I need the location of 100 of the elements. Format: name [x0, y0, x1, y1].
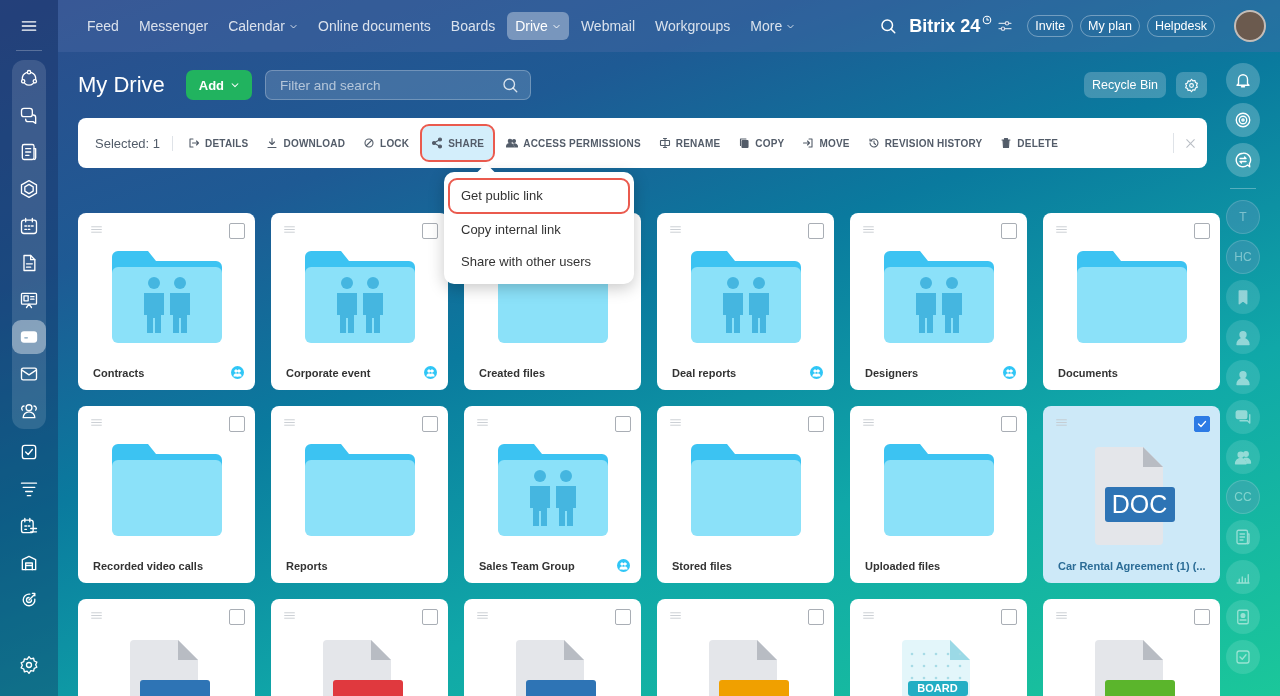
brand-logo: Bitrix 24 — [909, 15, 981, 37]
toolbar-action[interactable]: DETAILS — [179, 125, 258, 161]
selected-count: Selected: 1 — [95, 135, 174, 151]
toolbar-action[interactable]: SHARE — [422, 126, 494, 160]
avatar[interactable] — [1234, 10, 1266, 42]
checkbox[interactable] — [422, 609, 438, 625]
sidebar-avatar[interactable] — [1226, 320, 1260, 354]
checkbox[interactable] — [229, 223, 245, 239]
nav-tab[interactable]: Boards — [442, 12, 504, 40]
sidebar-button[interactable] — [1226, 143, 1260, 177]
file-card[interactable]: DOC Car Rental Agreement (1) (... — [1043, 406, 1220, 583]
settings-button[interactable] — [1176, 72, 1207, 98]
drag-handle-icon — [283, 223, 296, 236]
shared-folder-icon — [304, 251, 415, 343]
nav-tab[interactable]: More — [742, 12, 804, 40]
folder-icon — [1076, 251, 1187, 343]
checkbox[interactable] — [229, 416, 245, 432]
sidebar-avatar[interactable] — [1226, 440, 1260, 474]
checkbox[interactable] — [1001, 416, 1017, 432]
toolbar-action[interactable]: LOCK — [354, 125, 419, 161]
group-icon — [1234, 448, 1252, 466]
sidebar-avatar[interactable] — [1226, 600, 1260, 634]
presentation-board-icon — [19, 290, 39, 310]
folder-icon — [304, 444, 415, 536]
file-name: Created files — [479, 367, 546, 379]
checkbox[interactable] — [1194, 223, 1210, 239]
checkbox[interactable] — [808, 416, 824, 432]
schedule-icon — [19, 516, 39, 536]
nav-tab[interactable]: Feed — [79, 12, 127, 40]
file-name: Contracts — [93, 366, 145, 379]
sidebar-avatar[interactable] — [1226, 560, 1260, 594]
messages-icon — [1234, 408, 1252, 426]
checkmark-icon — [1196, 418, 1208, 430]
shared-folder-icon — [111, 251, 222, 343]
file-type-label: BOARD — [907, 681, 968, 696]
checkbox[interactable] — [808, 223, 824, 239]
drag-handle-icon — [669, 609, 682, 622]
block-icon — [363, 137, 376, 149]
nav-tab[interactable]: Calendar — [220, 12, 306, 40]
folder-card[interactable]: Uploaded files — [850, 406, 1027, 583]
text-cursor-icon — [658, 137, 671, 149]
drag-handle-icon — [90, 416, 103, 429]
toolbar-action[interactable]: DELETE — [991, 125, 1067, 161]
checkbox[interactable] — [422, 223, 438, 239]
menu-item[interactable]: Get public link — [450, 180, 628, 212]
sidebar-avatar[interactable] — [1226, 520, 1260, 554]
checkbox[interactable] — [1194, 416, 1210, 432]
drag-handle-icon — [669, 223, 682, 236]
folder-card[interactable]: Documents — [1043, 213, 1220, 390]
checkbox[interactable] — [808, 609, 824, 625]
folder-icon — [497, 284, 608, 343]
nav-tab[interactable]: Webmail — [572, 12, 644, 40]
recycle-bin-button[interactable]: Recycle Bin — [1084, 72, 1166, 98]
checkbox[interactable] — [1001, 223, 1017, 239]
sidebar-avatar[interactable] — [1226, 360, 1260, 394]
file-name: Recorded video calls — [93, 560, 204, 572]
checkbox[interactable] — [615, 609, 631, 625]
folder-card[interactable]: Reports — [271, 406, 448, 583]
folder-card[interactable]: Deal reports — [657, 213, 834, 390]
folder-card[interactable]: Recorded video calls — [78, 406, 255, 583]
file-name: Documents — [1058, 367, 1118, 379]
toolbar-action[interactable]: MOVE — [793, 125, 859, 161]
copy-icon — [738, 137, 751, 149]
toolbar-action[interactable]: RENAME — [649, 125, 730, 161]
close-icon[interactable] — [1184, 136, 1197, 150]
file-name: Stored files — [672, 560, 732, 572]
nav-tab[interactable]: Online documents — [310, 12, 439, 40]
nav-tab[interactable]: Messenger — [130, 12, 217, 40]
sidebar-avatar[interactable] — [1226, 280, 1260, 314]
checkbox[interactable] — [1001, 609, 1017, 625]
chat-arrows-icon — [1234, 151, 1252, 169]
checkbox[interactable] — [1194, 609, 1210, 625]
checkbox[interactable] — [615, 416, 631, 432]
settings-icon — [1184, 77, 1199, 93]
people-icon — [19, 401, 39, 421]
folder-card[interactable]: Sales Team Group — [464, 406, 641, 583]
nav-tab[interactable]: Workgroups — [647, 12, 739, 40]
sidebar-avatar[interactable] — [1226, 640, 1260, 674]
toolbar-action[interactable]: ACCESS PERMISSIONS — [497, 125, 650, 161]
settings-icon — [19, 655, 39, 675]
folder-card[interactable]: Contracts — [78, 213, 255, 390]
drag-handle-icon — [862, 223, 875, 236]
checkbox-icon — [19, 442, 39, 462]
folder-card[interactable]: Stored files — [657, 406, 834, 583]
enter-arrow-icon — [802, 137, 815, 149]
folder-card[interactable]: Designers — [850, 213, 1027, 390]
sidebar-button[interactable] — [1226, 63, 1260, 97]
file-name: Car Rental Agreement (1) (... — [1058, 560, 1206, 572]
checkbox[interactable] — [422, 416, 438, 432]
drag-handle-icon — [476, 609, 489, 622]
toolbar-action[interactable]: COPY — [729, 125, 794, 161]
toolbar-action[interactable]: DOWNLOAD — [257, 125, 355, 161]
people-icon — [506, 137, 519, 149]
sidebar-button[interactable] — [1226, 103, 1260, 137]
sidebar-item[interactable] — [12, 320, 46, 354]
file-type-label: DOC — [1104, 487, 1175, 522]
toolbar-action[interactable]: REVISION HISTORY — [858, 125, 992, 161]
folder-card[interactable]: Corporate event — [271, 213, 448, 390]
sidebar-avatar[interactable] — [1226, 400, 1260, 434]
checkbox[interactable] — [229, 609, 245, 625]
